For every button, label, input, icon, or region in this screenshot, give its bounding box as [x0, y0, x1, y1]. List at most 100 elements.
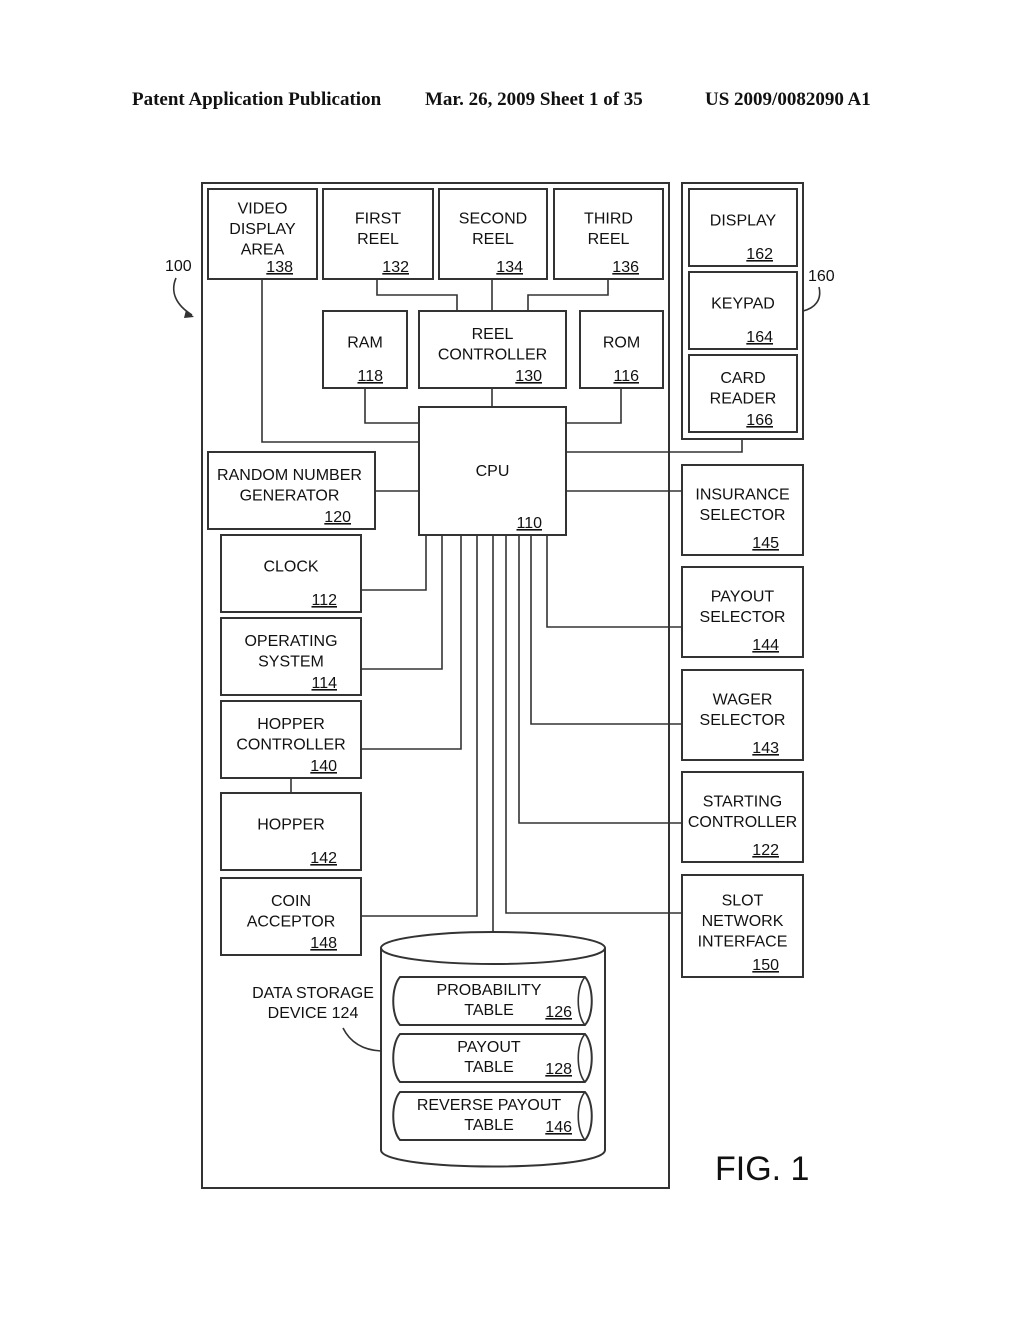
block-ref-number: 164: [746, 329, 773, 346]
block-second-reel: SECOND REEL 134: [438, 188, 548, 280]
block-label-line: COIN: [271, 893, 311, 910]
block-ref-number: 118: [357, 368, 383, 385]
block-label-line: CLOCK: [263, 559, 318, 576]
block-ref-number: 150: [752, 957, 779, 974]
block-ref-number: 138: [266, 259, 293, 276]
table-reverse-payout: REVERSE PAYOUT TABLE 146: [392, 1091, 593, 1141]
block-ref-number: 116: [613, 368, 639, 385]
block-display: DISPLAY 162: [688, 188, 798, 267]
wire-rom-cpu: [566, 388, 622, 424]
block-third-reel: THIRD REEL 136: [553, 188, 664, 280]
block-diagram: VIDEO DISPLAY AREA138 FIRST REEL 132 SECOND REE…: [165, 182, 835, 1189]
block-rom: ROM 116: [579, 310, 664, 389]
wire-hopperctl-cpu: [361, 535, 462, 750]
block-label-line: RANDOM NUMBER: [217, 467, 362, 484]
block-label-line: CPU: [476, 463, 510, 480]
block-coin-acceptor: COIN ACCEPTOR 148: [220, 877, 362, 956]
block-label-line: REEL: [472, 326, 514, 343]
block-card-reader: CARD READER 166: [688, 354, 798, 433]
wire-cardreader-cpu: [566, 439, 743, 453]
table-ref-number: 128: [545, 1061, 572, 1078]
block-label-line: ROM: [603, 335, 640, 352]
storage-label-line1: DATA STORAGE: [252, 985, 374, 1002]
block-first-reel: FIRST REEL 132: [322, 188, 434, 280]
block-label-line: AREA: [241, 241, 285, 258]
block-label-line: DISPLAY: [710, 213, 777, 230]
block-label-line: HOPPER: [257, 716, 325, 733]
block-os: OPERATING SYSTEM 114: [220, 617, 362, 696]
block-label-line: WAGER: [713, 692, 773, 709]
block-label-line: CONTROLLER: [236, 737, 345, 754]
wire-os-cpu: [361, 535, 443, 670]
block-ref-number: 120: [324, 509, 351, 526]
block-reel-controller: REEL CONTROLLER 130: [418, 310, 567, 389]
block-ref-number: 130: [515, 368, 542, 385]
block-label-line: SELECTOR: [700, 609, 786, 626]
block-ref-number: 144: [752, 637, 779, 654]
block-keypad: KEYPAD 164: [688, 271, 798, 350]
table-label-line: TABLE: [464, 1002, 514, 1019]
block-label-line: SELECTOR: [700, 507, 786, 524]
wire-first-reel: [376, 279, 458, 311]
block-hopper-controller: HOPPER CONTROLLER 140: [220, 700, 362, 779]
table-label-line: TABLE: [464, 1117, 514, 1134]
block-label-line: SLOT: [722, 892, 764, 909]
block-label-line: READER: [710, 391, 777, 408]
block-ref-number: 114: [311, 675, 337, 692]
block-ref-number: 142: [310, 850, 337, 867]
block-label-line: REEL: [588, 231, 630, 248]
block-ram: RAM 118: [322, 310, 408, 389]
block-ref-number: 132: [382, 259, 409, 276]
block-label-line: NETWORK: [702, 913, 784, 930]
table-label-line: PAYOUT: [457, 1039, 521, 1056]
ref-100: 100: [165, 258, 192, 275]
block-ref-number: 136: [612, 259, 639, 276]
block-label-line: SYSTEM: [258, 654, 324, 671]
wire-ram-cpu: [364, 388, 419, 424]
table-payout: PAYOUT TABLE 128: [392, 1033, 593, 1083]
cylinder-top: [380, 931, 606, 965]
block-label-line: ACCEPTOR: [247, 914, 336, 931]
block-ref-number: 112: [311, 592, 337, 609]
block-wager-selector: WAGER SELECTOR 143: [681, 669, 804, 761]
block-starting-controller: STARTING CONTROLLER 122: [681, 771, 804, 863]
block-label-line: THIRD: [584, 211, 633, 228]
block-label-line: INSURANCE: [695, 487, 789, 504]
block-ref-number: 110: [516, 515, 542, 532]
block-label-line: KEYPAD: [711, 296, 775, 313]
block-label-line: RAM: [347, 335, 383, 352]
ref-160-leader: [802, 286, 821, 312]
block-ref-number: 166: [746, 412, 773, 429]
block-slot-network: SLOT NETWORK INTERFACE 150: [681, 874, 804, 978]
block-label-line: INTERFACE: [698, 933, 788, 950]
table-ref-number: 126: [545, 1004, 572, 1021]
table-probability: PROBABILITY TABLE 126: [392, 976, 593, 1026]
block-label-line: STARTING: [703, 794, 782, 811]
block-label-line: HOPPER: [257, 817, 325, 834]
block-ref-number: 148: [310, 935, 337, 952]
block-hopper: HOPPER 142: [220, 792, 362, 871]
block-ref-number: 122: [752, 842, 779, 859]
block-payout-selector: PAYOUT SELECTOR 144: [681, 566, 804, 658]
table-label-line: REVERSE PAYOUT: [417, 1097, 562, 1114]
block-label-line: CARD: [720, 370, 765, 387]
figure-label: FIG. 1: [715, 1150, 809, 1188]
block-video-display: VIDEO DISPLAY AREA138: [207, 188, 318, 280]
block-label-line: CONTROLLER: [688, 814, 797, 831]
block-ref-number: 145: [752, 535, 779, 552]
table-label-line: TABLE: [464, 1059, 514, 1076]
table-label-line: PROBABILITY: [437, 982, 542, 999]
block-label-line: CONTROLLER: [438, 347, 547, 364]
ref-160: 160: [808, 268, 835, 285]
ref-100-leader: [172, 277, 193, 316]
block-ref-number: 143: [752, 740, 779, 757]
block-clock: CLOCK 112: [220, 534, 362, 613]
block-rng: RANDOM NUMBER GENERATOR 120: [207, 451, 376, 530]
block-label-line: FIRST: [355, 211, 401, 228]
wire-coin-cpu: [361, 535, 478, 917]
block-insurance-selector: INSURANCE SELECTOR 145: [681, 464, 804, 556]
block-label-line: OPERATING: [244, 633, 337, 650]
table-ref-number: 146: [545, 1119, 572, 1136]
wire-third-reel: [527, 279, 609, 311]
block-cpu: CPU 110: [418, 406, 567, 536]
